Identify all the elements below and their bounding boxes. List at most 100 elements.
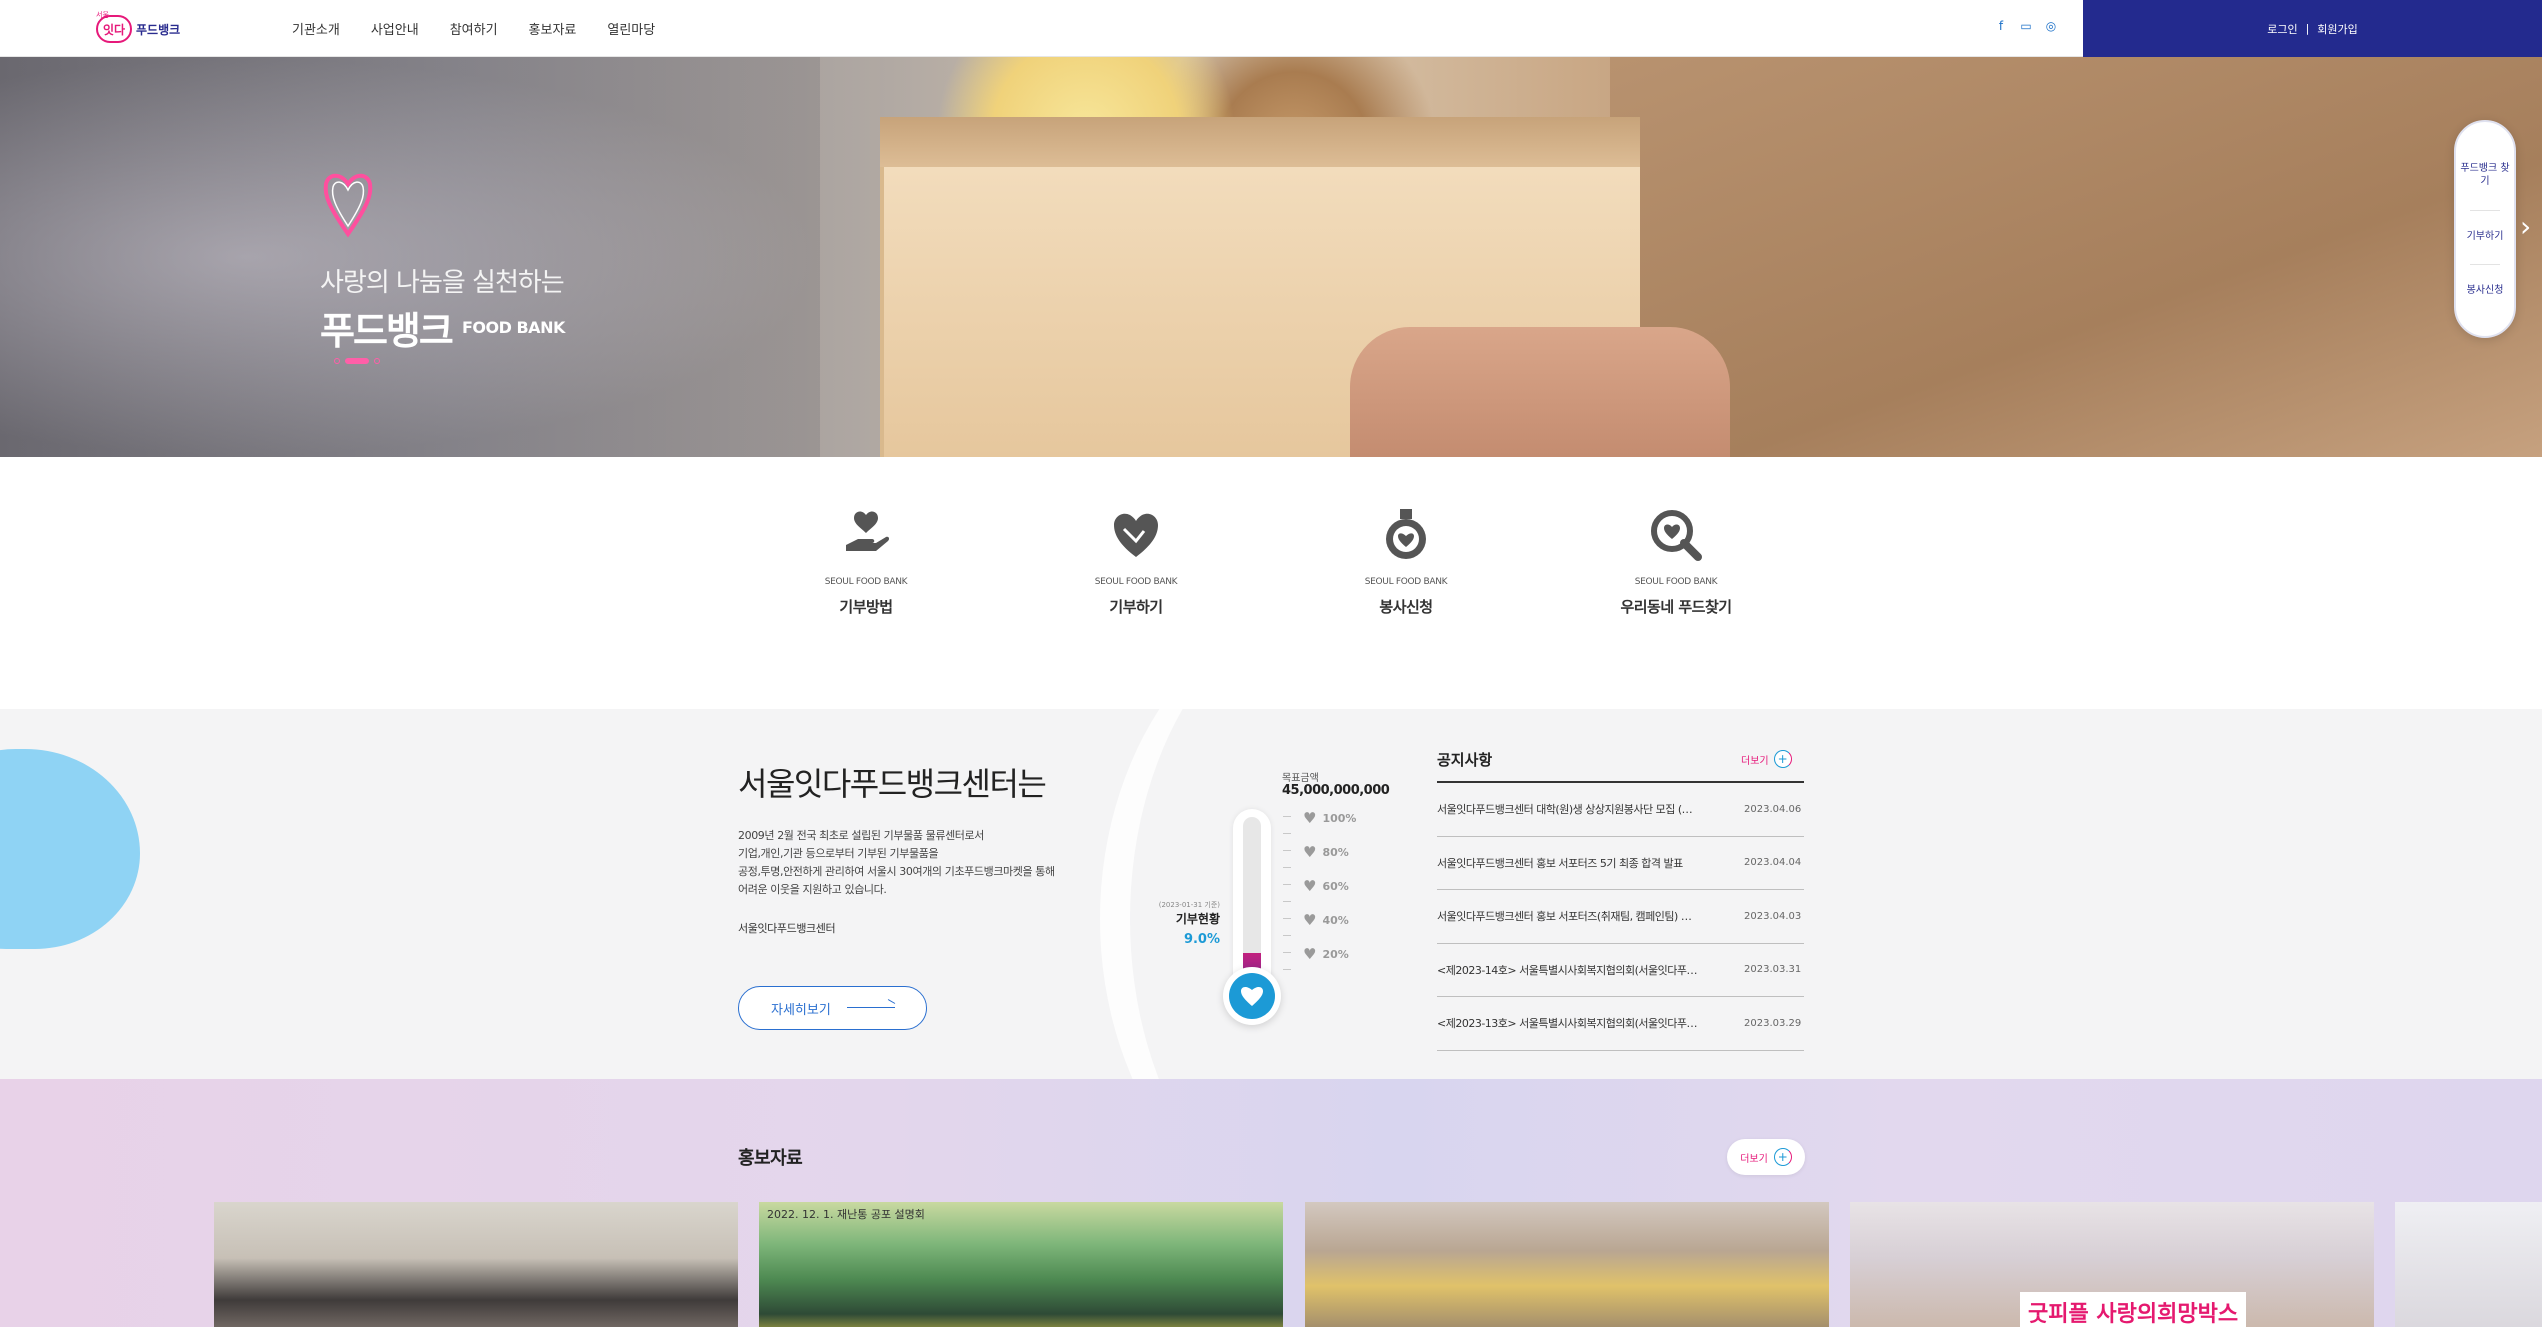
pr-card-caption: 굿피플 사랑의희망박스	[2020, 1292, 2247, 1327]
quick-donate[interactable]: 기부하기	[2456, 230, 2514, 243]
hero-dot[interactable]	[334, 358, 340, 364]
logo-small-text: 서울	[96, 11, 109, 19]
scale-tick	[1283, 918, 1291, 919]
intro-desc-line: 공정,투명,안전하게 관리하여 서울시 30여개의 기초푸드뱅크마켓을 통해	[738, 865, 1055, 878]
hero-dot[interactable]	[374, 358, 380, 364]
scale-level: ♥ 60%	[1303, 877, 1349, 895]
heart-icon: ♥	[1303, 911, 1317, 929]
notice-item-title[interactable]: 서울잇다푸드뱅크센터 홍보 서포터즈 5기 최종 합격 발표	[1437, 855, 1697, 871]
signup-link[interactable]: 회원가입	[2317, 21, 2357, 37]
quick-menu-donation-method[interactable]: SEOUL FOOD BANK 기부방법	[781, 505, 951, 617]
quick-menu-find-nearby[interactable]: SEOUL FOOD BANK 우리동네 푸드찾기	[1591, 505, 1761, 617]
scale-tick	[1283, 833, 1291, 834]
hero-bg-blur	[0, 57, 820, 457]
scale-tick	[1283, 969, 1291, 970]
thermometer-bulb-inner	[1229, 973, 1275, 1019]
notice-item-title[interactable]: 서울잇다푸드뱅크센터 대학(원)생 상상지원봉사단 모집 (…	[1437, 801, 1697, 817]
hero-banner	[0, 57, 2542, 457]
quick-menu-volunteer[interactable]: SEOUL FOOD BANK 봉사신청	[1321, 505, 1491, 617]
quick-menu-en: SEOUL FOOD BANK	[824, 577, 908, 587]
scale-label: 100%	[1322, 811, 1357, 825]
heart-icon	[1241, 987, 1263, 1006]
pr-title: 홍보자료	[738, 1148, 803, 1169]
pr-card-caption: 2022. 12. 1. 재난통 공포 설명회	[767, 1208, 925, 1221]
notice-title: 공지사항	[1437, 751, 1493, 769]
pr-card[interactable]	[2395, 1202, 2542, 1327]
notice-item-title[interactable]: 서울잇다푸드뱅크센터 홍보 서포터즈(취재팀, 캠페인팀) …	[1437, 908, 1697, 924]
pr-card[interactable]: 굿피플 사랑의희망박스	[1850, 1202, 2374, 1327]
quick-menu-en: SEOUL FOOD BANK	[1364, 577, 1448, 587]
arrow-right-icon	[847, 1007, 895, 1008]
login-link[interactable]: 로그인	[2267, 21, 2297, 37]
notice-more-button[interactable]: 더보기 +	[1741, 750, 1792, 768]
list-item[interactable]: <제2023-14호> 서울특별시사회복지협의회(서울잇다푸… 2023.03.…	[1437, 944, 1804, 997]
heart-hand-icon	[1114, 513, 1158, 557]
view-details-button[interactable]: 자세히보기	[738, 986, 927, 1030]
pr-card[interactable]	[1305, 1202, 1829, 1327]
nav-item-business[interactable]: 사업안내	[371, 19, 419, 38]
scale-tick	[1283, 850, 1291, 851]
main-nav: 기관소개 사업안내 참여하기 홍보자료 열린마당	[292, 0, 686, 56]
quick-menu-en: SEOUL FOOD BANK	[1094, 577, 1178, 587]
notice-item-title[interactable]: <제2023-13호> 서울특별시사회복지협의회(서울잇다푸…	[1437, 1015, 1697, 1031]
scale-level: ♥ 80%	[1303, 843, 1349, 861]
quick-menu-label: 봉사신청	[1379, 598, 1433, 616]
hero-dot-active[interactable]	[345, 358, 369, 364]
scale-label: 20%	[1322, 947, 1349, 961]
heart-icon: ♥	[1303, 877, 1317, 895]
pr-more-button[interactable]: 더보기 +	[1727, 1139, 1805, 1175]
pr-card[interactable]	[214, 1202, 738, 1327]
nav-item-participate[interactable]: 참여하기	[450, 19, 498, 38]
divider	[2470, 264, 2500, 265]
intro-title: 서울잇다푸드뱅크센터는	[738, 765, 1047, 803]
list-item[interactable]: 서울잇다푸드뱅크센터 홍보 서포터즈 5기 최종 합격 발표 2023.04.0…	[1437, 837, 1804, 890]
list-item[interactable]: 서울잇다푸드뱅크센터 홍보 서포터즈(취재팀, 캠페인팀) … 2023.04.…	[1437, 890, 1804, 944]
scale-tick	[1283, 901, 1291, 902]
heart-icon: ♥	[1303, 809, 1317, 827]
instagram-icon[interactable]: ◎	[2043, 18, 2059, 34]
pr-card-caption	[2395, 1202, 2542, 1210]
intro-description: 2009년 2월 전국 최초로 설립된 기부물품 물류센터로서 기업,개인,기관…	[738, 827, 1138, 899]
donation-date: (2023-01-31 기준)	[1158, 901, 1220, 909]
facebook-icon[interactable]: f	[1993, 18, 2009, 34]
nav-item-open-forum[interactable]: 열린마당	[607, 19, 655, 38]
pr-more-label: 더보기	[1740, 1153, 1768, 1165]
quick-find-foodbank[interactable]: 푸드뱅크 찾기	[2456, 162, 2514, 188]
quick-menu-label: 우리동네 푸드찾기	[1620, 598, 1732, 616]
nav-item-pr[interactable]: 홍보자료	[529, 19, 577, 38]
chevron-right-icon[interactable]: ›	[2520, 212, 2538, 242]
auth-bar: 로그인 | 회원가입	[2083, 0, 2542, 57]
donation-percent: 9.0%	[1183, 932, 1220, 947]
notice-item-date: 2023.04.04	[1744, 857, 1802, 869]
plus-icon: +	[1773, 750, 1792, 768]
divider	[2470, 210, 2500, 211]
scale-level: ♥ 40%	[1303, 911, 1349, 929]
quick-volunteer[interactable]: 봉사신청	[2456, 284, 2514, 297]
scale-label: 80%	[1322, 845, 1349, 859]
quick-menu-donate[interactable]: SEOUL FOOD BANK 기부하기	[1051, 505, 1221, 617]
quick-menu-label: 기부하기	[1109, 598, 1163, 616]
nav-item-about[interactable]: 기관소개	[292, 19, 340, 38]
intro-org-name: 서울잇다푸드뱅크센터	[738, 922, 836, 935]
heart-icon: ♥	[1303, 945, 1317, 963]
blog-icon[interactable]: ▭	[2018, 18, 2034, 34]
hero-bg-person	[1610, 57, 2542, 457]
pr-card[interactable]: 2022. 12. 1. 재난통 공포 설명회	[759, 1202, 1283, 1327]
hero-pagination	[334, 358, 380, 364]
intro-desc-line: 어려운 이웃을 지원하고 있습니다.	[738, 883, 887, 896]
notice-item-date: 2023.03.29	[1744, 1017, 1802, 1029]
list-item[interactable]: <제2023-13호> 서울특별시사회복지협의회(서울잇다푸… 2023.03.…	[1437, 997, 1804, 1051]
heart-outline-icon	[323, 173, 373, 238]
notice-list: 서울잇다푸드뱅크센터 대학(원)생 상상지원봉사단 모집 (… 2023.04.…	[1437, 783, 1804, 1051]
scale-label: 40%	[1322, 913, 1349, 927]
pr-card-caption	[214, 1202, 738, 1210]
notice-more-label: 더보기	[1741, 755, 1769, 767]
scale-tick	[1283, 952, 1291, 953]
hero-bg-hand	[1350, 327, 1730, 457]
notice-item-date: 2023.04.06	[1744, 803, 1802, 815]
list-item[interactable]: 서울잇다푸드뱅크센터 대학(원)생 상상지원봉사단 모집 (… 2023.04.…	[1437, 783, 1804, 837]
scale-tick	[1283, 867, 1291, 868]
site-logo[interactable]: 서울 잇다 푸드뱅크	[96, 11, 180, 44]
notice-item-title[interactable]: <제2023-14호> 서울특별시사회복지협의회(서울잇다푸…	[1437, 962, 1697, 978]
quick-menu-label: 기부방법	[839, 598, 893, 616]
